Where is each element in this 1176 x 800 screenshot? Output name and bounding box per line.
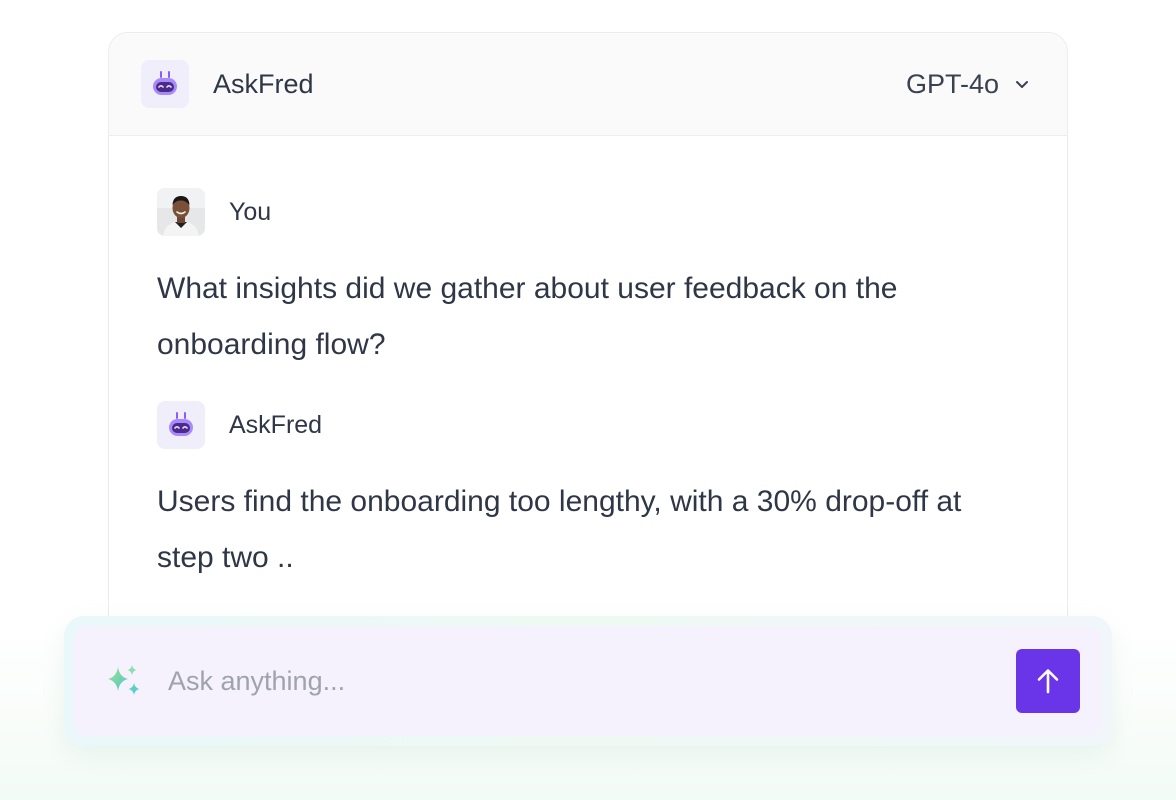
chat-header: AskFred GPT-4o (109, 33, 1067, 136)
app-title: AskFred (213, 68, 314, 99)
message-text: What insights did we gather about user f… (157, 272, 898, 361)
message-header: AskFred (157, 401, 1019, 449)
message-text: Users find the onboarding too lengthy, w… (157, 485, 962, 574)
message-assistant: AskFred Users find the onboarding too le… (157, 401, 1019, 586)
sparkle-icon (104, 661, 144, 701)
arrow-up-icon (1037, 669, 1059, 694)
page: AskFred GPT-4o You What insights did we … (0, 0, 1176, 800)
message-user: You What insights did we gather about us… (157, 188, 1019, 373)
composer (74, 626, 1102, 736)
message-author: AskFred (229, 410, 323, 439)
chat-card: AskFred GPT-4o You What insights did we … (108, 32, 1068, 712)
message-author: You (229, 197, 272, 226)
message-list: You What insights did we gather about us… (109, 136, 1067, 586)
ask-input[interactable] (168, 665, 1016, 697)
model-selector-label: GPT-4o (905, 68, 999, 99)
send-button[interactable] (1016, 649, 1080, 713)
chevron-down-icon[interactable] (1013, 75, 1031, 93)
avatar (157, 188, 205, 236)
robot-icon (157, 401, 205, 449)
message-header: You (157, 188, 1019, 236)
robot-icon (141, 60, 189, 108)
model-selector[interactable]: GPT-4o (906, 69, 1031, 100)
